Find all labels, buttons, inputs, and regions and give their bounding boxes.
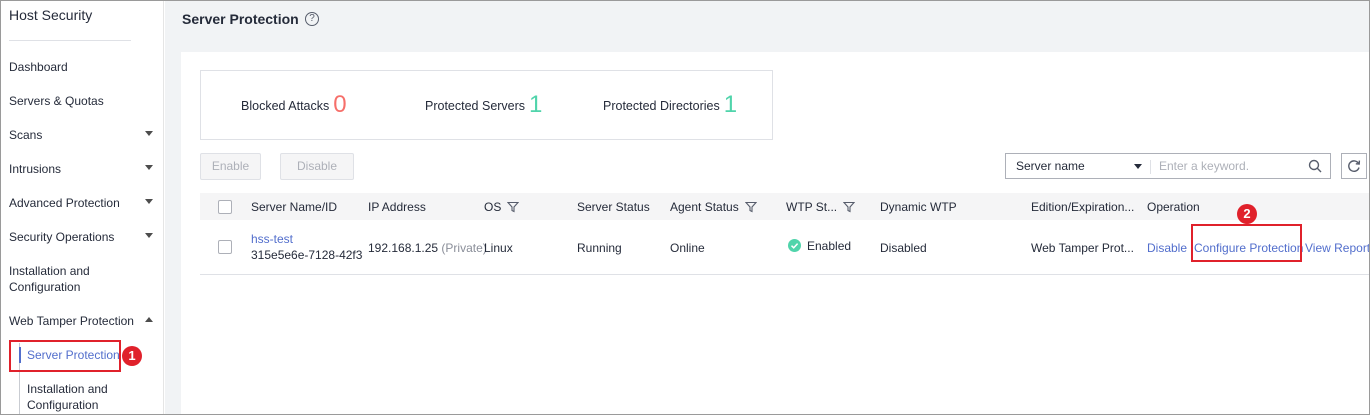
sidebar-item-servers-quotas[interactable]: Servers & Quotas bbox=[9, 93, 159, 109]
column-os-label: OS bbox=[484, 200, 502, 214]
sidebar-item-label: Security Operations bbox=[9, 230, 115, 244]
sidebar-item-label: Web Tamper Protection bbox=[9, 314, 134, 328]
sidebar-item-security-operations[interactable]: Security Operations bbox=[9, 229, 159, 245]
chevron-down-icon bbox=[145, 199, 153, 204]
sidebar-divider bbox=[9, 40, 131, 41]
select-all-checkbox[interactable] bbox=[218, 200, 232, 214]
agent-status-value: Online bbox=[670, 241, 705, 255]
ip-type: (Private) bbox=[441, 241, 487, 255]
disable-link[interactable]: Disable bbox=[1147, 241, 1187, 255]
server-status-value: Running bbox=[577, 241, 622, 255]
dynamic-wtp-value: Disabled bbox=[880, 241, 927, 255]
sidebar-item-dashboard[interactable]: Dashboard bbox=[9, 59, 159, 75]
ip-value: 192.168.1.25 bbox=[368, 241, 439, 255]
column-server-name: Server Name/ID bbox=[251, 200, 338, 214]
content-card: Blocked Attacks 0 Protected Servers 1 Prot… bbox=[181, 52, 1369, 414]
edition-value: Web Tamper Prot... bbox=[1031, 241, 1134, 255]
wtp-status-value: Enabled bbox=[788, 239, 851, 253]
callout-badge-1: 1 bbox=[122, 346, 142, 366]
search-box: Server name Enter a keyword. bbox=[1005, 153, 1331, 179]
stat-value: 1 bbox=[529, 91, 543, 118]
sidebar-item-label: Dashboard bbox=[9, 60, 68, 74]
stat-label: Protected Servers bbox=[425, 99, 526, 113]
chevron-down-icon bbox=[145, 233, 153, 238]
search-field-select[interactable]: Server name bbox=[1016, 159, 1085, 173]
callout-badge-2: 2 bbox=[1237, 204, 1257, 224]
stat-value: 0 bbox=[333, 91, 347, 118]
sidebar-item-intrusions[interactable]: Intrusions bbox=[9, 161, 159, 177]
caret-down-icon[interactable] bbox=[1134, 164, 1142, 169]
stat-protected-directories: Protected Directories 1 bbox=[603, 91, 737, 119]
disable-button[interactable]: Disable bbox=[280, 153, 354, 180]
refresh-icon bbox=[1348, 160, 1361, 172]
enable-button[interactable]: Enable bbox=[200, 153, 261, 180]
sidebar-item-label: Servers & Quotas bbox=[9, 94, 104, 108]
chevron-up-icon bbox=[145, 317, 153, 322]
column-agent-status[interactable]: Agent Status bbox=[670, 200, 757, 214]
stat-blocked-attacks: Blocked Attacks 0 bbox=[241, 91, 347, 119]
column-agent-status-label: Agent Status bbox=[670, 200, 739, 214]
row-checkbox[interactable] bbox=[218, 240, 232, 254]
callout-box-2 bbox=[1191, 224, 1302, 262]
column-dynamic-wtp: Dynamic WTP bbox=[880, 200, 957, 214]
view-report-link[interactable]: View Report bbox=[1305, 241, 1369, 255]
sidebar-subitem-installation-configuration[interactable]: Installation and Configuration bbox=[27, 381, 108, 413]
column-operation: Operation bbox=[1147, 200, 1200, 214]
wtp-status-label: Enabled bbox=[807, 239, 852, 253]
sidebar-item-scans[interactable]: Scans bbox=[9, 127, 159, 143]
sidebar: Host Security Dashboard Servers & Quotas… bbox=[1, 1, 164, 414]
filter-icon[interactable] bbox=[507, 201, 520, 213]
app-window: Host Security Dashboard Servers & Quotas… bbox=[0, 0, 1370, 415]
sidebar-item-label: Advanced Protection bbox=[9, 196, 120, 210]
sidebar-item-label: Scans bbox=[9, 128, 43, 142]
server-name-link[interactable]: hss-test bbox=[251, 232, 293, 246]
column-edition: Edition/Expiration... bbox=[1031, 200, 1135, 214]
stat-value: 1 bbox=[723, 91, 738, 118]
column-ip-address: IP Address bbox=[368, 200, 426, 214]
ip-address: 192.168.1.25 (Private) bbox=[368, 241, 487, 255]
callout-box-1 bbox=[9, 340, 121, 372]
sidebar-item-web-tamper-protection[interactable]: Web Tamper Protection bbox=[9, 313, 159, 329]
column-wtp-status[interactable]: WTP St... bbox=[786, 200, 856, 214]
stat-protected-servers: Protected Servers 1 bbox=[425, 91, 542, 119]
sidebar-item-advanced-protection[interactable]: Advanced Protection bbox=[9, 195, 159, 211]
sidebar-item-label: Intrusions bbox=[9, 162, 62, 176]
sidebar-item-label: Installation and Configuration bbox=[9, 264, 90, 294]
page-title: Server Protection bbox=[182, 11, 299, 27]
filter-icon[interactable] bbox=[843, 201, 856, 213]
column-wtp-status-label: WTP St... bbox=[786, 200, 838, 214]
column-server-status: Server Status bbox=[577, 200, 650, 214]
search-input[interactable]: Enter a keyword. bbox=[1159, 159, 1249, 173]
filter-icon[interactable] bbox=[744, 201, 757, 213]
chevron-down-icon bbox=[145, 131, 153, 136]
help-icon[interactable]: ? bbox=[305, 12, 319, 26]
stats-panel: Blocked Attacks 0 Protected Servers 1 Prot… bbox=[200, 70, 773, 140]
stat-label: Protected Directories bbox=[603, 99, 720, 113]
search-icon[interactable] bbox=[1308, 159, 1322, 173]
column-os[interactable]: OS bbox=[484, 200, 520, 214]
refresh-button[interactable] bbox=[1341, 153, 1367, 179]
server-id: 315e5e6e-7128-42f3- bbox=[251, 248, 363, 262]
stat-label: Blocked Attacks bbox=[241, 99, 330, 113]
os-value: Linux bbox=[484, 241, 513, 255]
main-area: Server Protection ? Blocked Attacks 0 Pro… bbox=[165, 1, 1369, 414]
chevron-down-icon bbox=[145, 165, 153, 170]
sidebar-title: Host Security bbox=[9, 7, 93, 23]
search-separator bbox=[1150, 160, 1151, 174]
table-header: Server Name/ID IP Address OS Server Stat… bbox=[200, 193, 1369, 220]
check-circle-icon bbox=[788, 239, 801, 252]
sidebar-item-installation-configuration[interactable]: Installation and Configuration bbox=[9, 263, 159, 295]
